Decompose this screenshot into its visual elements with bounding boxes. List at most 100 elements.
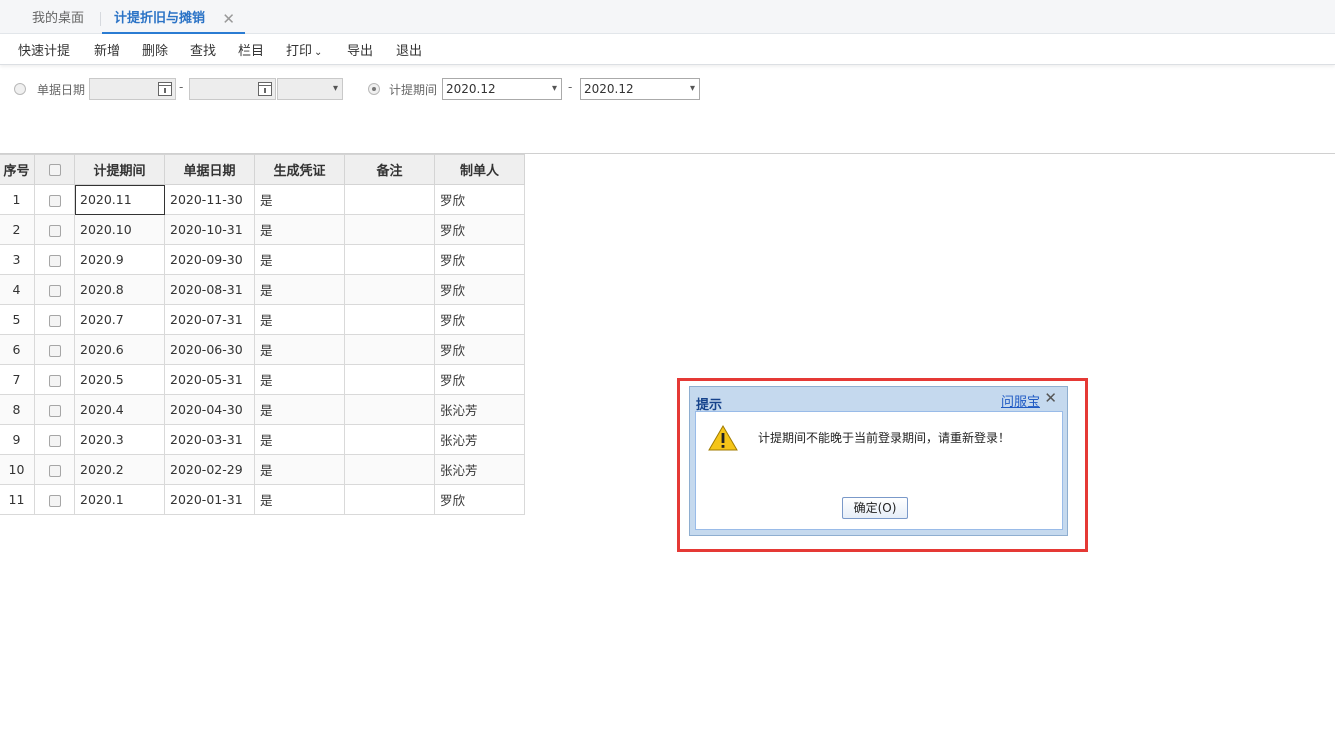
cell-select[interactable] [34,274,75,305]
cell-no[interactable]: 10 [0,454,35,485]
cell-date[interactable]: 2020-10-31 [164,214,255,245]
cell-period[interactable]: 2020.9 [74,244,165,275]
table-row[interactable]: 9 2020.3 2020-03-31 是 张沁芳 [0,424,525,455]
cell-select[interactable] [34,304,75,335]
cell-no[interactable]: 9 [0,424,35,455]
cell-select[interactable] [34,364,75,395]
print-button[interactable]: 打印 ⌄ [286,40,322,59]
table-row[interactable]: 4 2020.8 2020-08-31 是 罗欣 [0,274,525,305]
delete-button[interactable]: 删除 [142,40,168,59]
col-header-maker[interactable]: 制单人 [434,154,525,185]
help-link[interactable]: 问服宝 [1001,391,1040,410]
period-from-select[interactable]: 2020.12 ▾ [442,78,562,100]
doc-date-radio[interactable] [14,83,26,95]
cell-maker[interactable]: 张沁芳 [434,394,525,425]
find-button[interactable]: 查找 [190,40,216,59]
table-row[interactable]: 1 2020.11 2020-11-30 是 罗欣 [0,184,525,215]
cell-period[interactable]: 2020.4 [74,394,165,425]
cell-voucher[interactable]: 是 [254,214,345,245]
cell-maker[interactable]: 张沁芳 [434,454,525,485]
cell-date[interactable]: 2020-11-30 [164,184,255,215]
cell-date[interactable]: 2020-07-31 [164,304,255,335]
cell-date[interactable]: 2020-06-30 [164,334,255,365]
cell-date[interactable]: 2020-09-30 [164,244,255,275]
cell-note[interactable] [344,424,435,455]
cell-maker[interactable]: 张沁芳 [434,424,525,455]
cell-note[interactable] [344,454,435,485]
cell-period[interactable]: 2020.6 [74,334,165,365]
cell-voucher[interactable]: 是 [254,394,345,425]
cell-no[interactable]: 2 [0,214,35,245]
cell-date[interactable]: 2020-05-31 [164,364,255,395]
cell-select[interactable] [34,334,75,365]
cell-voucher[interactable]: 是 [254,244,345,275]
cell-no[interactable]: 3 [0,244,35,275]
cell-period[interactable]: 2020.2 [74,454,165,485]
cell-note[interactable] [344,394,435,425]
col-header-select[interactable] [34,154,75,185]
cell-note[interactable] [344,214,435,245]
cell-maker[interactable]: 罗欣 [434,334,525,365]
select-all-checkbox[interactable] [48,163,61,176]
calendar-icon[interactable] [158,82,172,96]
cell-select[interactable] [34,244,75,275]
close-icon[interactable]: ✕ [1044,389,1057,407]
table-row[interactable]: 7 2020.5 2020-05-31 是 罗欣 [0,364,525,395]
cell-select[interactable] [34,484,75,515]
cell-maker[interactable]: 罗欣 [434,244,525,275]
cell-voucher[interactable]: 是 [254,364,345,395]
row-checkbox[interactable] [48,494,61,507]
cell-period[interactable]: 2020.11 [74,184,165,215]
cell-note[interactable] [344,484,435,515]
cell-voucher[interactable]: 是 [254,454,345,485]
calendar-icon[interactable] [258,82,272,96]
export-button[interactable]: 导出 [347,40,373,59]
tab-depreciation[interactable]: 计提折旧与摊销 ✕ [102,8,245,34]
col-header-note[interactable]: 备注 [344,154,435,185]
row-checkbox[interactable] [48,374,61,387]
cell-note[interactable] [344,184,435,215]
cell-no[interactable]: 7 [0,364,35,395]
tab-my-desktop[interactable]: 我的桌面 [32,8,84,32]
row-checkbox[interactable] [48,404,61,417]
cell-select[interactable] [34,394,75,425]
cell-voucher[interactable]: 是 [254,334,345,365]
cell-period[interactable]: 2020.8 [74,274,165,305]
cell-maker[interactable]: 罗欣 [434,304,525,335]
cell-no[interactable]: 1 [0,184,35,215]
cell-period[interactable]: 2020.7 [74,304,165,335]
col-header-voucher[interactable]: 生成凭证 [254,154,345,185]
period-radio[interactable] [368,83,380,95]
table-row[interactable]: 10 2020.2 2020-02-29 是 张沁芳 [0,454,525,485]
cell-maker[interactable]: 罗欣 [434,364,525,395]
columns-button[interactable]: 栏目 [238,40,264,59]
row-checkbox[interactable] [48,224,61,237]
doc-date-from-input[interactable] [89,78,176,100]
doc-date-select[interactable]: ▾ [277,78,343,100]
cell-voucher[interactable]: 是 [254,484,345,515]
table-row[interactable]: 8 2020.4 2020-04-30 是 张沁芳 [0,394,525,425]
cell-note[interactable] [344,364,435,395]
add-button[interactable]: 新增 [94,40,120,59]
col-header-date[interactable]: 单据日期 [164,154,255,185]
cell-no[interactable]: 8 [0,394,35,425]
table-row[interactable]: 2 2020.10 2020-10-31 是 罗欣 [0,214,525,245]
cell-period[interactable]: 2020.10 [74,214,165,245]
row-checkbox[interactable] [48,434,61,447]
cell-note[interactable] [344,274,435,305]
row-checkbox[interactable] [48,344,61,357]
cell-voucher[interactable]: 是 [254,274,345,305]
cell-no[interactable]: 5 [0,304,35,335]
cell-period[interactable]: 2020.3 [74,424,165,455]
cell-select[interactable] [34,184,75,215]
ok-button[interactable]: 确定(O) [842,497,908,519]
cell-voucher[interactable]: 是 [254,184,345,215]
cell-note[interactable] [344,304,435,335]
cell-period[interactable]: 2020.5 [74,364,165,395]
table-row[interactable]: 5 2020.7 2020-07-31 是 罗欣 [0,304,525,335]
row-checkbox[interactable] [48,284,61,297]
cell-maker[interactable]: 罗欣 [434,214,525,245]
cell-voucher[interactable]: 是 [254,304,345,335]
cell-maker[interactable]: 罗欣 [434,484,525,515]
col-header-period[interactable]: 计提期间 [74,154,165,185]
